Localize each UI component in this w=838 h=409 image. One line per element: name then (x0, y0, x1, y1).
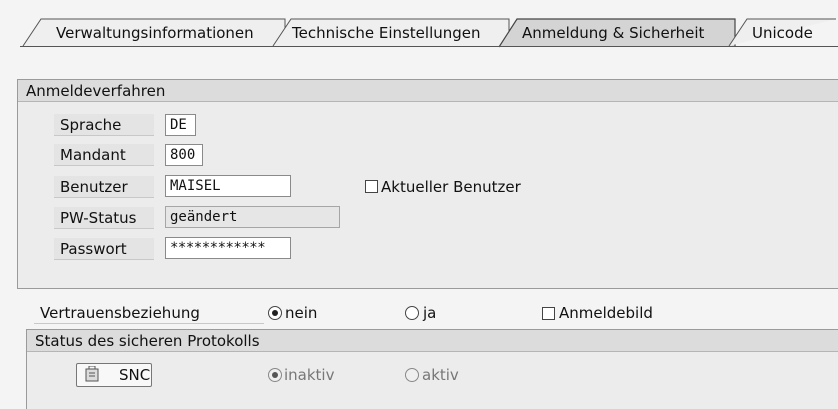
group-title: Status des sicheren Protokolls (27, 330, 838, 352)
sprache-input[interactable]: DE (165, 114, 196, 136)
anmeldebild-checkbox[interactable] (542, 307, 555, 320)
tab-label: Verwaltungsinformationen (56, 24, 254, 42)
radio-nein-label: nein (285, 304, 318, 322)
snc-button-label: SNC (119, 366, 151, 384)
radio-nein[interactable] (268, 306, 282, 320)
tab-label: Unicode (752, 24, 813, 42)
tab-verwaltungsinformationen[interactable]: Verwaltungsinformationen (22, 18, 286, 47)
label-passwort: Passwort (54, 238, 154, 260)
tab-baseline (20, 46, 838, 47)
label-benutzer: Benutzer (54, 176, 154, 198)
passwort-input[interactable]: ************ (165, 237, 291, 259)
benutzer-input[interactable]: MAISEL (165, 175, 291, 197)
radio-ja-label: ja (423, 304, 437, 322)
radio-inaktiv-label: inaktiv (284, 366, 335, 384)
tab-anmeldung-sicherheit[interactable]: Anmeldung & Sicherheit (498, 18, 736, 48)
pw-status-field: geändert (165, 206, 340, 228)
radio-ja[interactable] (405, 306, 419, 320)
label-vertrauensbeziehung: Vertrauensbeziehung (34, 302, 264, 324)
tab-label: Technische Einstellungen (292, 24, 481, 42)
radio-aktiv (405, 368, 419, 382)
aktueller-benutzer-label: Aktueller Benutzer (381, 178, 521, 196)
snc-icon (85, 366, 99, 382)
aktueller-benutzer-checkbox[interactable] (365, 180, 378, 193)
tab-label: Anmeldung & Sicherheit (522, 24, 705, 42)
anmeldebild-label: Anmeldebild (559, 304, 653, 322)
radio-aktiv-label: aktiv (422, 366, 459, 384)
tab-technische-einstellungen[interactable]: Technische Einstellungen (272, 18, 510, 47)
label-mandant: Mandant (54, 144, 154, 166)
radio-inaktiv (268, 368, 282, 382)
mandant-input[interactable]: 800 (165, 144, 203, 166)
snc-button[interactable]: SNC (76, 363, 152, 387)
tab-unicode[interactable]: Unicode (728, 18, 836, 47)
group-title: Anmeldeverfahren (18, 80, 838, 102)
tab-strip: Verwaltungsinformationen Technische Eins… (0, 0, 838, 48)
label-sprache: Sprache (54, 114, 154, 136)
label-pw-status: PW-Status (54, 207, 154, 229)
